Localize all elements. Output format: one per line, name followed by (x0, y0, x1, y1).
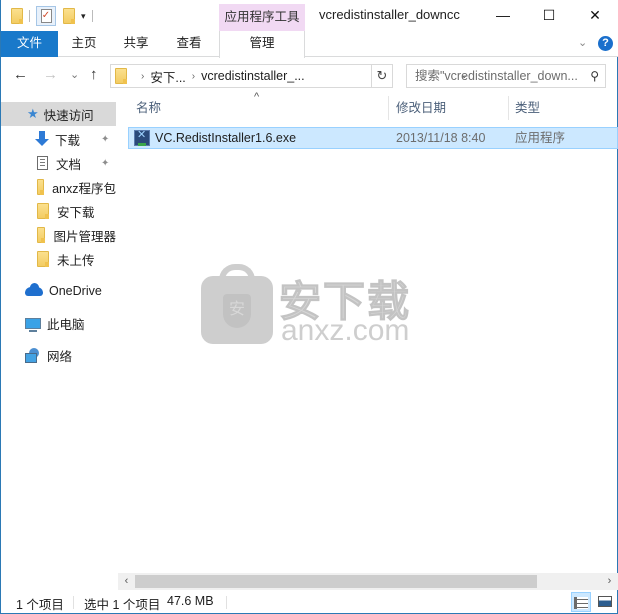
expand-ribbon-icon[interactable]: ⌄ (578, 36, 587, 49)
title-bar: ✓ ▾ 应用程序工具 vcredistinstaller_downcc — ☐ … (1, 0, 618, 31)
sidebar-item-anxiazai[interactable]: 安下载 (1, 199, 116, 223)
selection-count: 选中 1 个项目 (84, 598, 161, 612)
column-header-modified[interactable]: 修改日期 (388, 93, 508, 123)
horizontal-scrollbar[interactable]: ‹ › (118, 573, 618, 590)
status-divider (73, 596, 74, 609)
help-icon[interactable]: ? (598, 36, 613, 51)
tab-manage[interactable]: 管理 (219, 31, 305, 58)
onedrive-icon (25, 282, 43, 296)
sidebar-item-this-pc[interactable]: 此电脑 (1, 311, 116, 335)
sidebar-item-label: anxz程序包 (52, 181, 116, 196)
folder-icon (37, 179, 45, 195)
tab-home[interactable]: 主页 (61, 31, 107, 57)
tab-file[interactable]: 文件 (1, 31, 58, 57)
refresh-button[interactable]: ↻ (372, 64, 393, 88)
details-view-icon (574, 597, 588, 609)
watermark: 安 安下载 anxz.com (201, 264, 421, 354)
star-icon: ★ (27, 106, 39, 121)
quick-access-toolbar: ✓ ▾ (11, 6, 99, 26)
item-count: 1 个项目 (16, 598, 64, 612)
window-title: vcredistinstaller_downcc (319, 7, 460, 22)
details-view-button[interactable] (571, 592, 591, 612)
sidebar-item-quick-access[interactable]: ★ 快速访问 (1, 102, 116, 126)
properties-button[interactable]: ✓ (36, 6, 56, 26)
network-icon (25, 348, 41, 363)
large-icons-view-icon (598, 596, 612, 607)
sidebar-item-label: 图片管理器 (53, 229, 116, 244)
column-header-name[interactable]: 名称 (128, 93, 388, 123)
breadcrumb-item[interactable]: vcredistinstaller_... (201, 69, 305, 83)
sidebar-item-label: 安下载 (57, 205, 95, 220)
folder-icon (37, 251, 49, 267)
tab-view[interactable]: 查看 (166, 31, 212, 57)
watermark-en-text: anxz.com (281, 314, 410, 347)
forward-button[interactable]: → (43, 66, 58, 83)
selection-size: 47.6 MB (167, 594, 214, 608)
navigation-pane: ★ 快速访问 下载 ✦ 文档 ✦ anxz程序包 安下载 图片管理器 未上传 O… (1, 96, 116, 566)
sidebar-item-onedrive[interactable]: OneDrive (1, 279, 116, 303)
document-icon (37, 156, 48, 170)
sidebar-item-not-uploaded[interactable]: 未上传 (1, 247, 116, 271)
scrollbar-thumb[interactable] (135, 575, 537, 588)
breadcrumb-item[interactable]: 安下... (150, 67, 185, 86)
tab-share[interactable]: 共享 (113, 31, 159, 57)
this-pc-icon (25, 317, 41, 332)
status-divider (226, 596, 227, 609)
back-button[interactable]: ← (13, 66, 28, 83)
breadcrumb-separator[interactable]: › (192, 71, 195, 82)
minimize-button[interactable]: — (480, 0, 526, 30)
toolbar-divider (29, 10, 30, 22)
contextual-tab-group-label: 应用程序工具 (219, 4, 305, 31)
sidebar-item-documents[interactable]: 文档 ✦ (1, 151, 116, 175)
search-input[interactable]: 搜索"vcredistinstaller_down... ⚲ (406, 64, 606, 88)
sidebar-item-image-manager[interactable]: 图片管理器 (1, 223, 116, 247)
maximize-button[interactable]: ☐ (526, 0, 572, 30)
sidebar-item-label: 此电脑 (47, 317, 85, 332)
application-icon (134, 128, 150, 146)
file-explorer-window: ✓ ▾ 应用程序工具 vcredistinstaller_downcc — ☐ … (0, 0, 618, 614)
recent-locations-dropdown[interactable]: ⌄ (70, 68, 79, 81)
scroll-left-button[interactable]: ‹ (118, 573, 135, 590)
file-modified: 2013/11/18 8:40 (396, 131, 486, 145)
breadcrumb-separator[interactable]: › (141, 71, 144, 82)
folder-icon[interactable] (11, 8, 23, 24)
folder-icon (37, 203, 49, 219)
customize-toolbar-dropdown[interactable]: ▾ (81, 11, 86, 22)
sidebar-item-label: 下载 (55, 133, 81, 148)
search-icon[interactable]: ⚲ (590, 65, 599, 87)
close-button[interactable]: ✕ (572, 0, 618, 30)
download-icon (35, 131, 49, 147)
file-type: 应用程序 (515, 131, 566, 145)
sidebar-item-label: 未上传 (57, 253, 95, 268)
file-row[interactable]: VC.RedistInstaller1.6.exe 2013/11/18 8:4… (128, 127, 618, 149)
sidebar-item-downloads[interactable]: 下载 ✦ (1, 127, 116, 151)
toolbar-divider (91, 10, 93, 22)
new-folder-icon[interactable] (63, 8, 75, 24)
large-icons-view-button[interactable] (595, 592, 615, 612)
sidebar-item-anxz[interactable]: anxz程序包 (1, 175, 116, 199)
folder-icon (37, 227, 46, 243)
sidebar-item-label: OneDrive (49, 284, 102, 298)
up-button[interactable]: ↑ (90, 66, 98, 83)
pin-icon: ✦ (101, 157, 110, 169)
sidebar-item-label: 文档 (56, 157, 82, 172)
ribbon-tabs: 文件 主页 共享 查看 管理 ⌄ ? (1, 31, 618, 58)
folder-icon (115, 68, 127, 84)
scroll-right-button[interactable]: › (601, 573, 618, 590)
sidebar-item-label: 网络 (47, 349, 73, 364)
file-name: VC.RedistInstaller1.6.exe (155, 131, 297, 145)
watermark-shield-icon: 安 (223, 294, 251, 328)
sidebar-item-label: 快速访问 (43, 108, 94, 123)
status-bar: 1 个项目 选中 1 个项目 47.6 MB (1, 590, 618, 614)
column-header-type[interactable]: 类型 (507, 93, 607, 123)
address-bar[interactable]: › 安下... › vcredistinstaller_... ⌄ (110, 64, 468, 88)
properties-icon: ✓ (40, 9, 52, 23)
pin-icon: ✦ (101, 133, 110, 145)
search-placeholder: 搜索"vcredistinstaller_down... (415, 69, 578, 83)
sidebar-item-network[interactable]: 网络 (1, 343, 116, 367)
